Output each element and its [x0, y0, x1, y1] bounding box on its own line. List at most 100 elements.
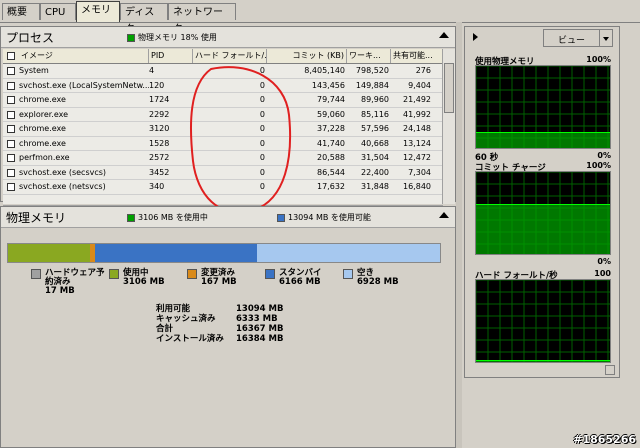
table-cell: 89,960 — [361, 95, 389, 104]
col-hard-faults[interactable]: ハード フォールト/... — [193, 49, 267, 63]
process-panel-title: プロセス — [6, 31, 55, 45]
graph-line — [476, 360, 610, 361]
memory-panel-header[interactable]: 物理メモリ 3106 MB を使用中 13094 MB を使用可能 — [1, 207, 455, 228]
table-cell: 37,228 — [317, 124, 345, 133]
row-checkbox[interactable] — [7, 154, 15, 162]
col-working-set[interactable]: ワーキ... — [347, 49, 391, 63]
table-cell: 41,992 — [403, 109, 431, 119]
graph-line — [476, 132, 610, 134]
scroll-thumb[interactable] — [444, 63, 454, 113]
row-checkbox[interactable] — [7, 67, 15, 75]
legend-color-icon — [109, 269, 119, 279]
table-cell: 0 — [259, 95, 265, 104]
splitter[interactable] — [456, 22, 462, 448]
collapse-icon[interactable] — [439, 212, 449, 218]
table-cell: chrome.exe — [19, 95, 66, 104]
stat-installed-label: インストール済み — [156, 334, 224, 344]
table-cell: 57,596 — [361, 124, 389, 133]
table-cell: explorer.exe — [19, 109, 69, 119]
table-cell: 22,400 — [361, 167, 389, 177]
graph-physical-memory-max: 100% — [586, 55, 611, 64]
table-row[interactable]: svchost.exe (LocalSystemNetw... 120 0 143,4… — [3, 79, 443, 93]
in-use-summary: 3106 MB を使用中 — [127, 212, 208, 223]
process-panel-header[interactable]: プロセス 物理メモリ 18% 使用 — [1, 27, 455, 48]
row-checkbox[interactable] — [7, 96, 15, 104]
table-cell: 3452 — [149, 167, 170, 177]
graph-fill — [476, 361, 610, 362]
memory-bar-segment-standby — [94, 244, 258, 262]
table-cell: 1528 — [149, 138, 170, 148]
row-checkbox[interactable] — [7, 81, 15, 90]
table-cell: 276 — [415, 66, 431, 75]
tab-cpu[interactable]: CPU — [40, 3, 76, 20]
row-checkbox[interactable] — [7, 110, 15, 119]
table-cell: 0 — [259, 124, 265, 133]
table-cell: 59,060 — [317, 109, 345, 119]
collapse-icon[interactable] — [439, 32, 449, 38]
row-checkbox[interactable] — [7, 139, 15, 148]
table-row[interactable]: chrome.exe 1724 0 79,744 89,960 21,492 — [3, 93, 443, 108]
graph-fill — [476, 133, 610, 148]
table-cell: svchost.exe (secsvcs) — [19, 167, 107, 177]
graphs-panel: ビュー 使用物理メモリ 100% 60 秒 0% コミット チャージ 100% … — [464, 26, 620, 378]
table-row[interactable]: System 4 0 8,405,140 798,520 276 — [3, 64, 443, 79]
in-use-color-icon — [127, 213, 135, 222]
legend-color-icon — [187, 269, 197, 279]
table-cell: 86,544 — [317, 167, 345, 177]
graph-line — [476, 203, 610, 205]
table-cell: perfmon.exe — [19, 153, 70, 162]
graph-commit-max: 100% — [586, 161, 611, 170]
scroll-down-button[interactable] — [605, 365, 615, 375]
tab-memory[interactable]: メモリ — [76, 1, 120, 22]
memory-panel-title: 物理メモリ — [6, 211, 67, 225]
table-row[interactable]: svchost.exe (netsvcs) 340 0 17,632 31,848 16,… — [3, 180, 443, 195]
graph-hard-faults — [475, 279, 611, 363]
view-dropdown[interactable]: ビュー — [543, 29, 613, 47]
tab-overview[interactable]: 概要 — [2, 3, 40, 20]
process-panel: プロセス 物理メモリ 18% 使用 イメージ PID ハード フォールト/...… — [0, 26, 456, 216]
table-cell: chrome.exe — [19, 124, 66, 133]
col-commit[interactable]: コミット (KB) — [267, 49, 347, 63]
table-row[interactable]: chrome.exe 3120 0 37,228 57,596 24,148 — [3, 122, 443, 137]
legend-color-icon — [31, 269, 41, 279]
process-table-body: System 4 0 8,405,140 798,520 276 svchost.exe (… — [3, 64, 443, 204]
memory-usage-summary: 物理メモリ 18% 使用 — [127, 32, 217, 43]
row-checkbox[interactable] — [7, 168, 15, 177]
row-checkbox[interactable] — [7, 183, 15, 191]
memory-composition-bar — [7, 243, 441, 263]
graph-physical-memory — [475, 65, 611, 149]
table-cell: 2572 — [149, 153, 170, 162]
col-image[interactable]: イメージ — [19, 49, 149, 63]
graph-hard-faults-max: 100 — [594, 269, 611, 278]
table-cell: 24,148 — [403, 124, 431, 133]
table-row[interactable]: explorer.exe 2292 0 59,060 85,116 41,992 — [3, 108, 443, 122]
row-checkbox[interactable] — [7, 125, 15, 133]
table-cell: 13,124 — [403, 138, 431, 148]
tab-network[interactable]: ネットワーク — [168, 3, 236, 35]
table-cell: 9,404 — [408, 80, 431, 90]
graph-commit-min: 0% — [597, 257, 611, 266]
physical-memory-panel: 物理メモリ 3106 MB を使用中 13094 MB を使用可能 ハードウェア… — [0, 206, 456, 448]
table-cell: svchost.exe (LocalSystemNetw... — [19, 80, 149, 90]
graph-commit-charge — [475, 171, 611, 255]
table-row[interactable]: chrome.exe 1528 0 41,740 40,668 13,124 — [3, 137, 443, 151]
table-cell: 20,588 — [317, 153, 345, 162]
process-vertical-scrollbar[interactable] — [442, 49, 455, 204]
col-shareable[interactable]: 共有可能... — [391, 49, 443, 63]
table-cell: 85,116 — [361, 109, 389, 119]
table-cell: 798,520 — [355, 66, 389, 75]
legend-color-icon — [343, 269, 353, 279]
col-pid[interactable]: PID — [149, 49, 193, 63]
tab-disk[interactable]: ディスク — [120, 3, 168, 35]
available-color-icon — [277, 213, 285, 222]
table-cell: 16,840 — [403, 182, 431, 191]
expand-arrow-icon[interactable] — [473, 33, 478, 41]
select-all-checkbox[interactable] — [7, 52, 15, 60]
graph-fill — [476, 204, 610, 254]
memory-bar-segment-in-use — [8, 244, 91, 262]
table-row[interactable]: perfmon.exe 2572 0 20,588 31,504 12,472 — [3, 151, 443, 166]
table-cell: 8,405,140 — [304, 66, 345, 75]
table-cell: 31,504 — [361, 153, 389, 162]
table-row[interactable]: svchost.exe (secsvcs) 3452 0 86,544 22,400 7,… — [3, 166, 443, 180]
table-cell: 0 — [259, 109, 265, 119]
